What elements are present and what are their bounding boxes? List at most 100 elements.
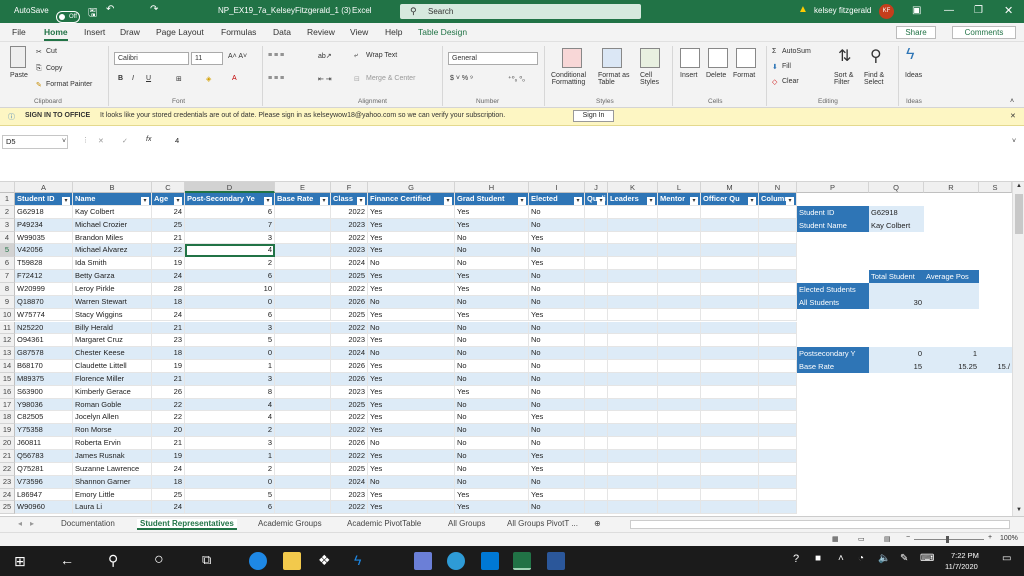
table-cell[interactable]: W75774 <box>15 308 73 322</box>
column-header[interactable]: M <box>701 182 759 193</box>
table-cell[interactable]: Y98036 <box>15 398 73 412</box>
table-cell[interactable]: Roman Goble <box>73 398 152 412</box>
table-cell[interactable] <box>275 334 331 348</box>
table-cell[interactable] <box>275 372 331 386</box>
table-cell[interactable] <box>585 488 608 502</box>
table-cell[interactable] <box>658 231 701 245</box>
table-cell[interactable] <box>275 398 331 412</box>
table-cell[interactable] <box>585 398 608 412</box>
filter-dropdown-icon[interactable]: ▾ <box>320 197 328 205</box>
table-cell[interactable] <box>701 437 759 450</box>
table-cell[interactable]: Ida Smith <box>73 257 152 271</box>
table-cell[interactable] <box>701 398 759 412</box>
table-cell[interactable]: No <box>455 321 529 335</box>
row-header[interactable]: 1 <box>0 193 15 206</box>
table-cell[interactable]: P49234 <box>15 218 73 232</box>
row-header[interactable]: 3 <box>0 218 15 232</box>
table-cell[interactable]: Margaret Cruz <box>73 334 152 348</box>
wrap-text-icon[interactable]: ⤶ <box>354 52 358 60</box>
table-cell[interactable] <box>275 385 331 399</box>
number-format-dropdown[interactable]: General <box>448 52 538 65</box>
table-cell[interactable]: 2 <box>185 462 275 476</box>
table-cell[interactable]: V73596 <box>15 475 73 489</box>
table-cell[interactable]: 19 <box>152 360 185 373</box>
table-cell[interactable]: B68170 <box>15 360 73 373</box>
table-cell[interactable]: Yes <box>368 398 455 412</box>
table-cell[interactable] <box>608 360 658 373</box>
vertical-scrollbar[interactable]: ▲ ▼ <box>1012 182 1024 516</box>
tab-formulas[interactable]: Formulas <box>221 27 256 37</box>
table-cell[interactable]: 2022 <box>331 450 368 463</box>
underline-button[interactable]: U <box>146 75 151 82</box>
table-cell[interactable] <box>701 295 759 309</box>
table-cell[interactable]: 7 <box>185 218 275 232</box>
filter-button[interactable]: ▾ <box>141 195 150 205</box>
table-cell[interactable] <box>658 282 701 296</box>
table-cell[interactable]: Yes <box>455 218 529 232</box>
table-cell[interactable]: 18 <box>152 475 185 489</box>
table-cell[interactable] <box>608 488 658 502</box>
filter-button[interactable]: ▾ <box>62 195 71 205</box>
restore-icon[interactable]: ❐ <box>974 5 983 16</box>
table-cell[interactable]: No <box>455 295 529 309</box>
filter-button[interactable]: ▾ <box>357 195 366 205</box>
row-header[interactable]: 21 <box>0 450 15 463</box>
filter-button[interactable]: ▾ <box>690 195 699 205</box>
table-cell[interactable] <box>585 308 608 322</box>
row-header[interactable]: 4 <box>0 231 15 245</box>
ribbon-display-icon[interactable]: ▣ <box>912 5 921 16</box>
fx-icon[interactable]: fx <box>146 136 151 143</box>
table-cell[interactable] <box>275 308 331 322</box>
table-cell[interactable] <box>585 334 608 348</box>
table-cell[interactable] <box>608 347 658 361</box>
table-cell[interactable] <box>275 218 331 232</box>
filter-dropdown-icon[interactable]: ▾ <box>647 197 655 205</box>
cut-icon[interactable]: ✂ <box>36 48 42 56</box>
table-cell[interactable]: No <box>529 360 585 373</box>
table-cell[interactable] <box>701 372 759 386</box>
sheet-tab-documentation[interactable]: Documentation <box>61 519 115 528</box>
table-cell[interactable] <box>608 411 658 425</box>
undo-icon[interactable]: ↶ <box>106 4 114 15</box>
filter-button[interactable]: ▾ <box>518 195 527 205</box>
elected-students-label[interactable]: Elected Students <box>797 283 869 296</box>
table-cell[interactable] <box>759 411 797 425</box>
table-cell[interactable]: 21 <box>152 437 185 450</box>
fill-icon[interactable]: ⬇ <box>772 63 778 71</box>
table-cell[interactable] <box>585 282 608 296</box>
table-cell[interactable] <box>701 218 759 232</box>
table-cell[interactable]: No <box>455 437 529 450</box>
table-cell[interactable]: 0 <box>185 347 275 361</box>
table-cell[interactable]: Yes <box>368 411 455 425</box>
delete-cells-icon[interactable] <box>708 48 728 68</box>
table-cell[interactable] <box>608 437 658 450</box>
table-cell[interactable]: No <box>529 321 585 335</box>
find-select-button[interactable]: Find & Select <box>864 72 884 86</box>
table-cell[interactable]: No <box>529 205 585 219</box>
filter-dropdown-icon[interactable]: ▾ <box>690 197 698 205</box>
table-cell[interactable]: No <box>455 411 529 425</box>
elected-students-total[interactable] <box>869 283 924 296</box>
conditional-formatting-button[interactable]: Conditional Formatting <box>551 72 586 86</box>
column-header[interactable]: H <box>455 182 529 193</box>
align-top-icon[interactable]: ≡ ≡ ≡ <box>268 52 284 59</box>
clock-date[interactable]: 11/7/2020 <box>945 562 978 571</box>
table-cell[interactable]: Warren Stewart <box>73 295 152 309</box>
table-cell[interactable] <box>658 321 701 335</box>
table-header-cell[interactable]: Finance Certified <box>368 193 455 206</box>
table-cell[interactable]: Billy Herald <box>73 321 152 335</box>
table-cell[interactable]: Yes <box>529 462 585 476</box>
table-cell[interactable] <box>759 334 797 348</box>
table-cell[interactable] <box>585 257 608 271</box>
page-break-view-icon[interactable]: ▤ <box>884 535 891 543</box>
enter-icon[interactable]: ✓ <box>122 137 128 145</box>
table-cell[interactable]: Suzanne Lawrence <box>73 462 152 476</box>
table-cell[interactable]: 18 <box>152 347 185 361</box>
table-cell[interactable] <box>658 295 701 309</box>
table-cell[interactable] <box>658 360 701 373</box>
table-cell[interactable] <box>585 347 608 361</box>
table-cell[interactable]: 2026 <box>331 372 368 386</box>
row-header[interactable]: 19 <box>0 424 15 438</box>
sheet-tab-all-groups[interactable]: All Groups <box>448 519 485 528</box>
zoom-slider[interactable] <box>914 539 984 540</box>
